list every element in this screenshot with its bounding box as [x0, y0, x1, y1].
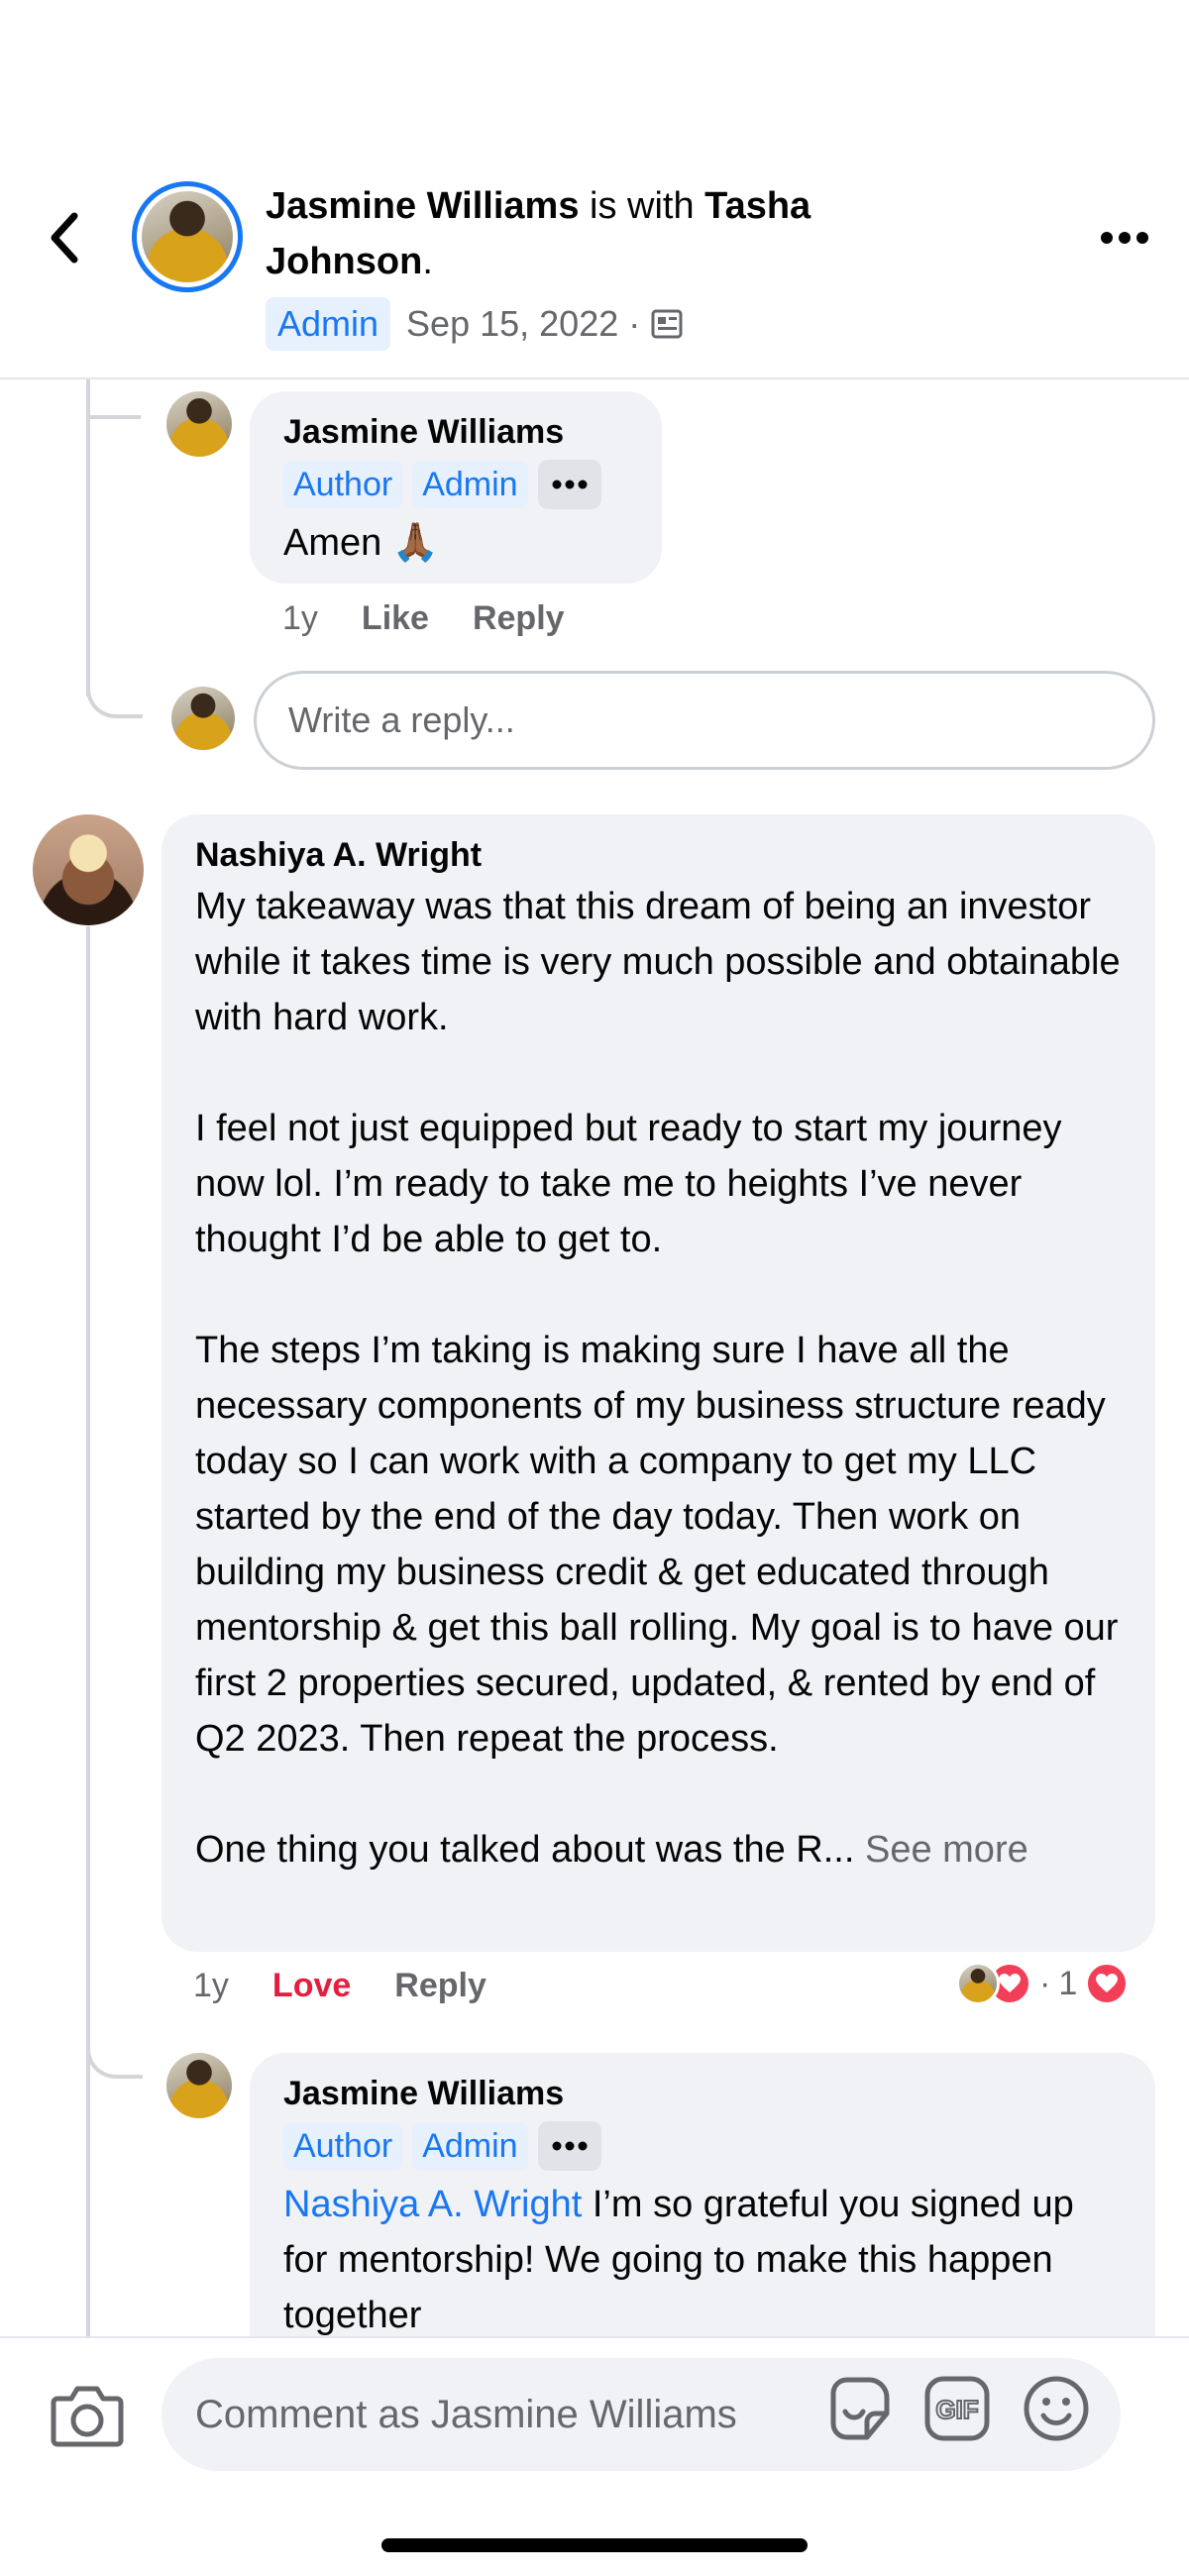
author-badge: Author: [283, 461, 403, 508]
thread-connector: [86, 379, 141, 419]
comment-body: My takeaway was that this dream of being…: [195, 886, 1121, 1871]
reply-input[interactable]: Write a reply...: [254, 671, 1155, 770]
privacy-icon: [651, 309, 683, 339]
comment-author[interactable]: Nashiya A. Wright: [195, 836, 1122, 875]
post-date[interactable]: Sep 15, 2022: [406, 303, 618, 345]
avatar: [142, 191, 233, 282]
reply-button[interactable]: Reply: [473, 599, 565, 638]
back-icon: [51, 212, 78, 264]
admin-badge: Admin: [412, 2122, 528, 2170]
with-text: is with: [579, 185, 705, 227]
emoji-button[interactable]: [1019, 2371, 1094, 2446]
avatar: [171, 687, 235, 750]
comment-actions: 1y Like Reply: [282, 599, 608, 638]
avatar[interactable]: [166, 391, 232, 457]
comment-time[interactable]: 1y: [282, 599, 318, 638]
comment-text: My takeaway was that this dream of being…: [195, 879, 1122, 1878]
like-button[interactable]: Like: [362, 599, 429, 638]
comment-text: Amen 🙏🏾: [283, 522, 440, 564]
post-title: Jasmine Williams is with Tasha Johnson.: [266, 178, 959, 289]
comment-author[interactable]: Jasmine Williams: [283, 413, 628, 452]
gif-button[interactable]: GIF: [919, 2371, 995, 2446]
reaction-summary[interactable]: · 1: [956, 1962, 1130, 2005]
comment-bubble: Jasmine Williams Author Admin Amen 🙏🏾: [250, 391, 662, 584]
reaction-count: 1: [1058, 1964, 1078, 2002]
see-more-link[interactable]: See more: [854, 1829, 1028, 1871]
mention-link[interactable]: Nashiya A. Wright: [283, 2184, 582, 2225]
reaction-separator: ·: [1039, 1964, 1051, 2002]
admin-badge: Admin: [266, 297, 391, 351]
post-author-avatar[interactable]: [132, 181, 243, 292]
svg-text:GIF: GIF: [935, 2395, 978, 2424]
more-icon: [552, 2141, 588, 2151]
heart-icon: [1085, 1962, 1130, 2005]
post-author-name[interactable]: Jasmine Williams: [266, 185, 579, 227]
sticker-icon: [830, 2377, 890, 2440]
camera-button[interactable]: [50, 2383, 129, 2452]
comment-time[interactable]: 1y: [193, 1967, 229, 2005]
comment-text: Nashiya A. Wright I’m so grateful you si…: [283, 2177, 1122, 2343]
sticker-button[interactable]: [820, 2371, 896, 2446]
avatar: [956, 1962, 1000, 2005]
comment-bubble: Jasmine Williams Author Admin Nashiya A.…: [250, 2053, 1155, 2380]
reply-button[interactable]: Reply: [394, 1967, 486, 2005]
gif-icon: GIF: [924, 2376, 990, 2441]
meta-separator: ·: [628, 303, 641, 344]
role-badges: Author Admin: [283, 460, 628, 509]
more-icon: [1101, 232, 1148, 244]
post-more-button[interactable]: [1090, 213, 1159, 263]
camera-icon: [51, 2386, 124, 2447]
author-badge: Author: [283, 2122, 403, 2170]
avatar[interactable]: [166, 2053, 232, 2118]
comment-author[interactable]: Jasmine Williams: [283, 2075, 1122, 2113]
thread-connector: [86, 634, 143, 718]
role-badges: Author Admin: [283, 2121, 1122, 2171]
emoji-icon: [1024, 2376, 1089, 2441]
thread-line: [86, 926, 90, 2336]
comment-input-placeholder: Comment as Jasmine Williams: [195, 2392, 737, 2436]
post-header: Jasmine Williams is with Tasha Johnson. …: [0, 0, 1189, 379]
badge-more-button[interactable]: [537, 2121, 601, 2171]
post-meta: Admin Sep 15, 2022 ·: [266, 297, 684, 351]
home-indicator[interactable]: [381, 2538, 808, 2552]
avatar[interactable]: [33, 814, 144, 925]
badge-more-button[interactable]: [537, 460, 601, 509]
title-period: .: [422, 241, 433, 282]
love-button[interactable]: Love: [272, 1967, 351, 2005]
back-button[interactable]: [40, 203, 89, 272]
comment-actions: 1y Love Reply: [193, 1967, 530, 2005]
more-icon: [552, 480, 588, 489]
comment-bubble: Nashiya A. Wright My takeaway was that t…: [162, 814, 1155, 1952]
thread-connector: [86, 2021, 143, 2079]
admin-badge: Admin: [412, 461, 528, 508]
